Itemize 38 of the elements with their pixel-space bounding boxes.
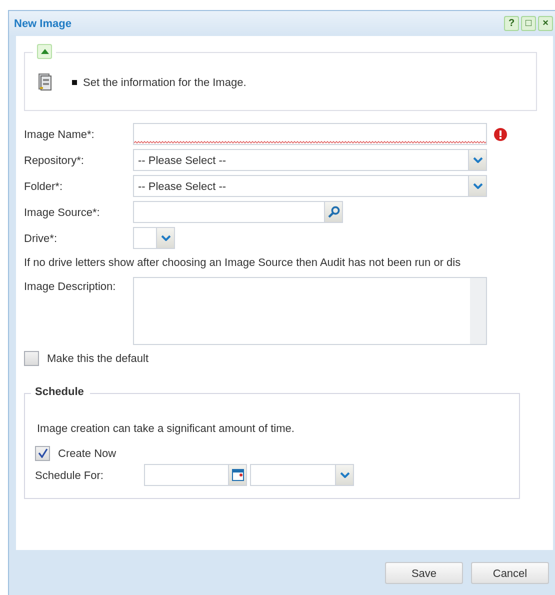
field-label: Folder*: (24, 180, 64, 192)
field-label: Image Source*: (24, 206, 101, 218)
field-label: Drive*: (24, 232, 58, 244)
info-text: Set the information for the Image. (83, 76, 246, 88)
bullet-icon (72, 80, 77, 84)
field-label: Image Name*: (24, 128, 96, 140)
window-title: New Image (14, 18, 72, 30)
cancel-button[interactable]: Cancel (471, 562, 549, 584)
caret-icon (335, 465, 353, 485)
caret-icon (156, 228, 174, 248)
checkbox[interactable] (24, 350, 39, 366)
maximize-button[interactable]: □ (521, 16, 536, 31)
error-icon (494, 128, 507, 140)
caret-icon (468, 150, 486, 170)
help-button[interactable]: ? (504, 16, 519, 31)
dropdown[interactable]: -- Please Select -- (133, 175, 487, 197)
description-field[interactable] (133, 277, 487, 345)
checkbox[interactable] (35, 446, 50, 460)
checkbox-label: Create Now (58, 447, 116, 459)
caret-icon (468, 176, 486, 196)
field-label: Repository*: (24, 154, 85, 166)
field-label: Schedule For: (35, 469, 104, 481)
hint-text: If no drive letters show after choosing an Image Source then Audit has not been run or dis (24, 256, 461, 268)
close-button[interactable]: × (538, 16, 553, 31)
search-field[interactable] (133, 201, 343, 223)
schedule-note: Image creation can take a significant amount of time. (36, 422, 296, 434)
dropdown[interactable]: -- Please Select -- (133, 149, 487, 171)
scrollbar (470, 278, 486, 344)
caret-icon (40, 49, 48, 54)
group-title: Schedule (31, 386, 90, 398)
dropdown[interactable] (133, 227, 175, 249)
calendar-icon (228, 465, 246, 485)
date-field[interactable] (144, 464, 247, 486)
search-icon (324, 202, 342, 222)
field-label: Image Description: (24, 279, 117, 292)
checkbox-label: Make this the default (47, 352, 149, 364)
text-field[interactable] (133, 123, 487, 145)
save-button[interactable]: Save (385, 562, 463, 584)
